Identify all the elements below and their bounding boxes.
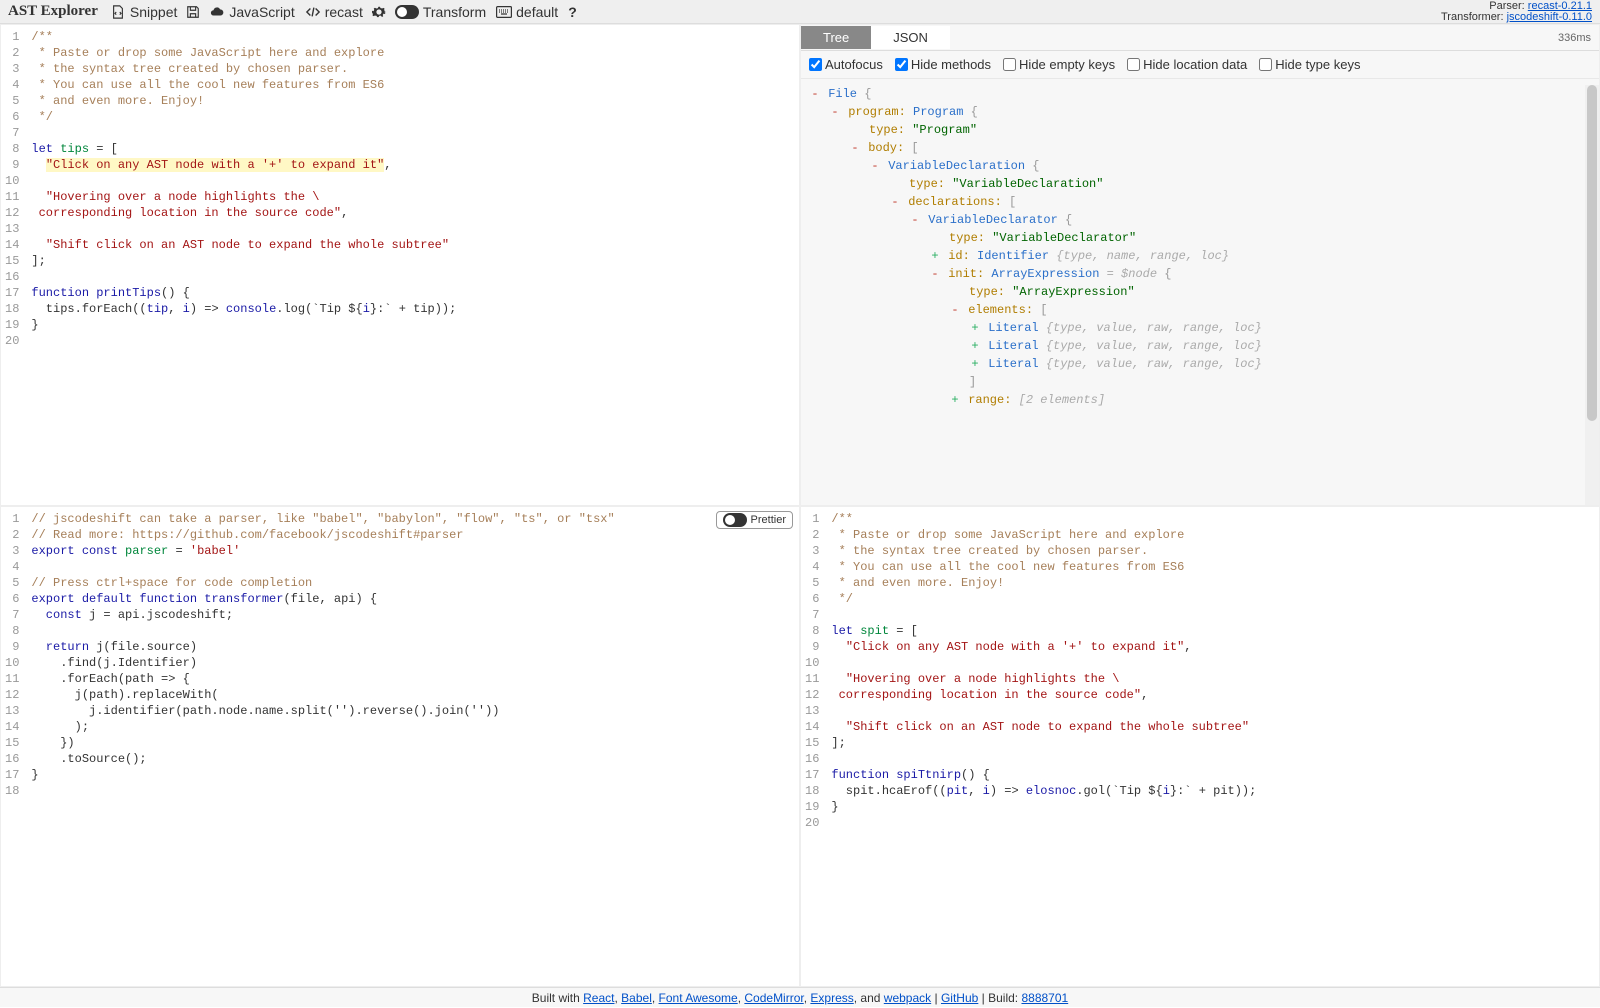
- footer-link[interactable]: Babel: [621, 991, 652, 1005]
- toolbar-meta: Parser: recast-0.21.1 Transformer: jscod…: [1441, 1, 1596, 23]
- footer-link[interactable]: Express: [810, 991, 853, 1005]
- footer-link[interactable]: CodeMirror: [744, 991, 803, 1005]
- build-link[interactable]: 8888701: [1021, 991, 1068, 1005]
- footer: Built with React, Babel, Font Awesome, C…: [0, 987, 1600, 1007]
- line-gutter: 1 2 3 4 5 6 7 8 9 10 11 12 13 14 15 16 1…: [801, 507, 825, 987]
- gear-icon[interactable]: [371, 4, 387, 20]
- prettier-toggle[interactable]: Prettier: [716, 511, 793, 529]
- transform-editor[interactable]: 1 2 3 4 5 6 7 8 9 10 11 12 13 14 15 16 1…: [0, 506, 800, 988]
- keymap-label: default: [516, 4, 558, 20]
- tab-json[interactable]: JSON: [871, 26, 950, 49]
- line-gutter: 1 2 3 4 5 6 7 8 9 10 11 12 13 14 15 16 1…: [1, 25, 25, 505]
- footer-link[interactable]: GitHub: [941, 991, 978, 1005]
- transform-code[interactable]: // jscodeshift can take a parser, like "…: [25, 507, 799, 987]
- keyboard-icon: [496, 4, 512, 20]
- tab-tree[interactable]: Tree: [801, 26, 871, 49]
- output-editor[interactable]: 1 2 3 4 5 6 7 8 9 10 11 12 13 14 15 16 1…: [800, 506, 1600, 988]
- parser-label: recast: [325, 4, 363, 20]
- transform-label: Transform: [423, 4, 486, 20]
- source-code[interactable]: /** * Paste or drop some JavaScript here…: [25, 25, 799, 505]
- footer-link[interactable]: React: [583, 991, 614, 1005]
- toolbar: AST Explorer Snippet JavaScript recast T…: [0, 0, 1600, 24]
- scrollbar[interactable]: [1585, 85, 1599, 505]
- toggle-icon: [723, 513, 747, 527]
- transformer-version-link[interactable]: jscodeshift-0.11.0: [1507, 11, 1592, 23]
- snippet-menu[interactable]: Snippet: [108, 4, 179, 20]
- code-icon: [305, 4, 321, 20]
- tree-header: Tree JSON 336ms: [801, 25, 1599, 51]
- footer-link[interactable]: webpack: [884, 991, 931, 1005]
- tree-options: Autofocus Hide methods Hide empty keys H…: [801, 51, 1599, 79]
- file-code-icon: [110, 4, 126, 20]
- opt-hide-type[interactable]: Hide type keys: [1259, 57, 1360, 72]
- opt-hide-empty[interactable]: Hide empty keys: [1003, 57, 1115, 72]
- language-label: JavaScript: [229, 4, 294, 20]
- parse-time: 336ms: [1558, 32, 1599, 44]
- opt-hide-loc[interactable]: Hide location data: [1127, 57, 1247, 72]
- footer-link[interactable]: Font Awesome: [659, 991, 738, 1005]
- source-editor[interactable]: 1 2 3 4 5 6 7 8 9 10 11 12 13 14 15 16 1…: [0, 24, 800, 506]
- snippet-label: Snippet: [130, 4, 177, 20]
- output-code: /** * Paste or drop some JavaScript here…: [825, 507, 1599, 987]
- toggle-icon: [395, 5, 419, 19]
- save-icon[interactable]: [185, 4, 201, 20]
- language-menu[interactable]: JavaScript: [207, 4, 296, 20]
- app-title: AST Explorer: [4, 3, 102, 20]
- workspace: 1 2 3 4 5 6 7 8 9 10 11 12 13 14 15 16 1…: [0, 24, 1600, 987]
- transform-toggle[interactable]: Transform: [393, 4, 488, 20]
- tree-body[interactable]: - File { - program: Program { type: "Pro…: [801, 79, 1599, 505]
- parser-menu[interactable]: recast: [303, 4, 365, 20]
- opt-autofocus[interactable]: Autofocus: [809, 57, 883, 72]
- help-button[interactable]: ?: [566, 4, 579, 20]
- line-gutter: 1 2 3 4 5 6 7 8 9 10 11 12 13 14 15 16 1…: [1, 507, 25, 987]
- opt-hide-methods[interactable]: Hide methods: [895, 57, 991, 72]
- ast-panel: Tree JSON 336ms Autofocus Hide methods H…: [800, 24, 1600, 506]
- keymap-menu[interactable]: default: [494, 4, 560, 20]
- cloud-icon: [209, 4, 225, 20]
